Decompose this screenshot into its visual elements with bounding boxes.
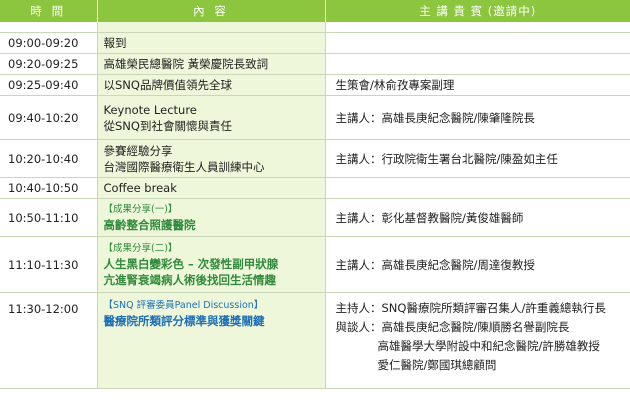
- time-cell: 11:30-12:00: [0, 292, 97, 389]
- session-tag: 【成果分享(二)】: [103, 242, 178, 254]
- content-cell: 參賽經驗分享 台灣國際醫療衛生人員訓練中心: [96, 139, 326, 178]
- content-cell: 【成果分享(二)】 人生黑白變彩色 – 次發性副甲狀腺 亢進腎衰竭病人術後找回生…: [96, 236, 326, 293]
- host-cell: [325, 53, 630, 75]
- host-cell: 主持人：SNQ醫療院所類評審召集人/許重義總執行長 與談人：高雄長庚紀念醫院/陳…: [325, 292, 630, 389]
- header-time: 時 間: [0, 0, 98, 22]
- header-row: 時 間 內 容 主 講 貴 賓 (邀請中): [0, 0, 630, 22]
- time-cell: 10:20-10:40: [0, 139, 97, 178]
- host-cell: 主講人：高雄長庚紀念醫院/陳肇隆院長: [325, 95, 630, 140]
- session-tag: 【成果分享(一)】: [103, 203, 178, 215]
- time-cell: 10:50-11:10: [0, 198, 97, 237]
- time-cell: 09:25-09:40: [0, 74, 97, 96]
- table-row: 10:40-10:50 Coffee break: [0, 177, 630, 199]
- panelist-row: 與談人：高雄長庚紀念醫院/陳順勝名譽副院長: [335, 320, 570, 334]
- table-row: 10:20-10:40 參賽經驗分享 台灣國際醫療衛生人員訓練中心 主講人：行政…: [0, 139, 630, 178]
- host-cell: 生策會/林俞孜專案副理: [325, 74, 630, 96]
- session-title: 人生黑白變彩色 – 次發性副甲狀腺: [103, 256, 279, 271]
- agenda-table: 時 間 內 容 主 講 貴 賓 (邀請中) 09:00-09:20 報到 09:…: [0, 0, 630, 389]
- header-content: 內 容: [97, 0, 326, 22]
- content-cell: 【成果分享(一)】 高齡整合照護醫院: [96, 198, 326, 237]
- panelist: 高雄醫學大學附設中和紀念醫院/許勝雄教授: [377, 339, 600, 353]
- time-cell: 09:40-10:20: [0, 95, 97, 140]
- table-row: 09:25-09:40 以SNQ品牌價值領先全球 生策會/林俞孜專案副理: [0, 74, 630, 96]
- table-row: 09:40-10:20 Keynote Lecture 從SNQ到社會關懷與責任…: [0, 95, 630, 140]
- panelist: 愛仁醫院/鄭國琪總顧問: [377, 358, 497, 372]
- host-cell: 主講人：高雄長庚紀念醫院/周達復教授: [325, 236, 630, 293]
- content-cell: 報到: [96, 32, 326, 54]
- time-cell: 09:00-09:20: [0, 32, 97, 54]
- session-title: 醫療院所類評分標準與獲獎關鍵: [103, 314, 265, 328]
- content-cell: 以SNQ品牌價值領先全球: [96, 74, 326, 96]
- content-cell: Coffee break: [96, 177, 326, 199]
- content-cell: 高雄榮民總醫院 黃榮慶院長致詞: [96, 53, 326, 75]
- time-cell: 11:10-11:30: [0, 236, 97, 293]
- table-row: 10:50-11:10 【成果分享(一)】 高齡整合照護醫院 主講人：彰化基督教…: [0, 198, 630, 237]
- table-row: 11:30-12:00 【SNQ 評審委員Panel Discussion】 醫…: [0, 292, 630, 389]
- host-cell: 主講人：彰化基督教醫院/黃俊雄醫師: [325, 198, 630, 237]
- time-cell: 10:40-10:50: [0, 177, 97, 199]
- spacer-row: [0, 22, 630, 33]
- host-cell: [325, 177, 630, 199]
- content-cell: 【SNQ 評審委員Panel Discussion】 醫療院所類評分標準與獲獎關…: [96, 292, 326, 389]
- time-cell: 09:20-09:25: [0, 53, 97, 75]
- header-host: 主 講 貴 賓 (邀請中): [325, 0, 630, 22]
- session-title: 高齡整合照護醫院: [103, 217, 196, 232]
- table-row: 09:20-09:25 高雄榮民總醫院 黃榮慶院長致詞: [0, 53, 630, 75]
- host-cell: 主講人：行政院衛生署台北醫院/陳盈如主任: [325, 139, 630, 178]
- table-row: 11:10-11:30 【成果分享(二)】 人生黑白變彩色 – 次發性副甲狀腺 …: [0, 236, 630, 293]
- host-cell: [325, 32, 630, 54]
- session-title: 亢進腎衰竭病人術後找回生活情趣: [103, 272, 277, 287]
- table-row: 09:00-09:20 報到: [0, 32, 630, 54]
- content-cell: Keynote Lecture 從SNQ到社會關懷與責任: [96, 95, 326, 140]
- session-tag: 【SNQ 評審委員Panel Discussion】: [103, 300, 264, 311]
- moderator: 主持人：SNQ醫療院所類評審召集人/許重義總執行長: [335, 301, 606, 315]
